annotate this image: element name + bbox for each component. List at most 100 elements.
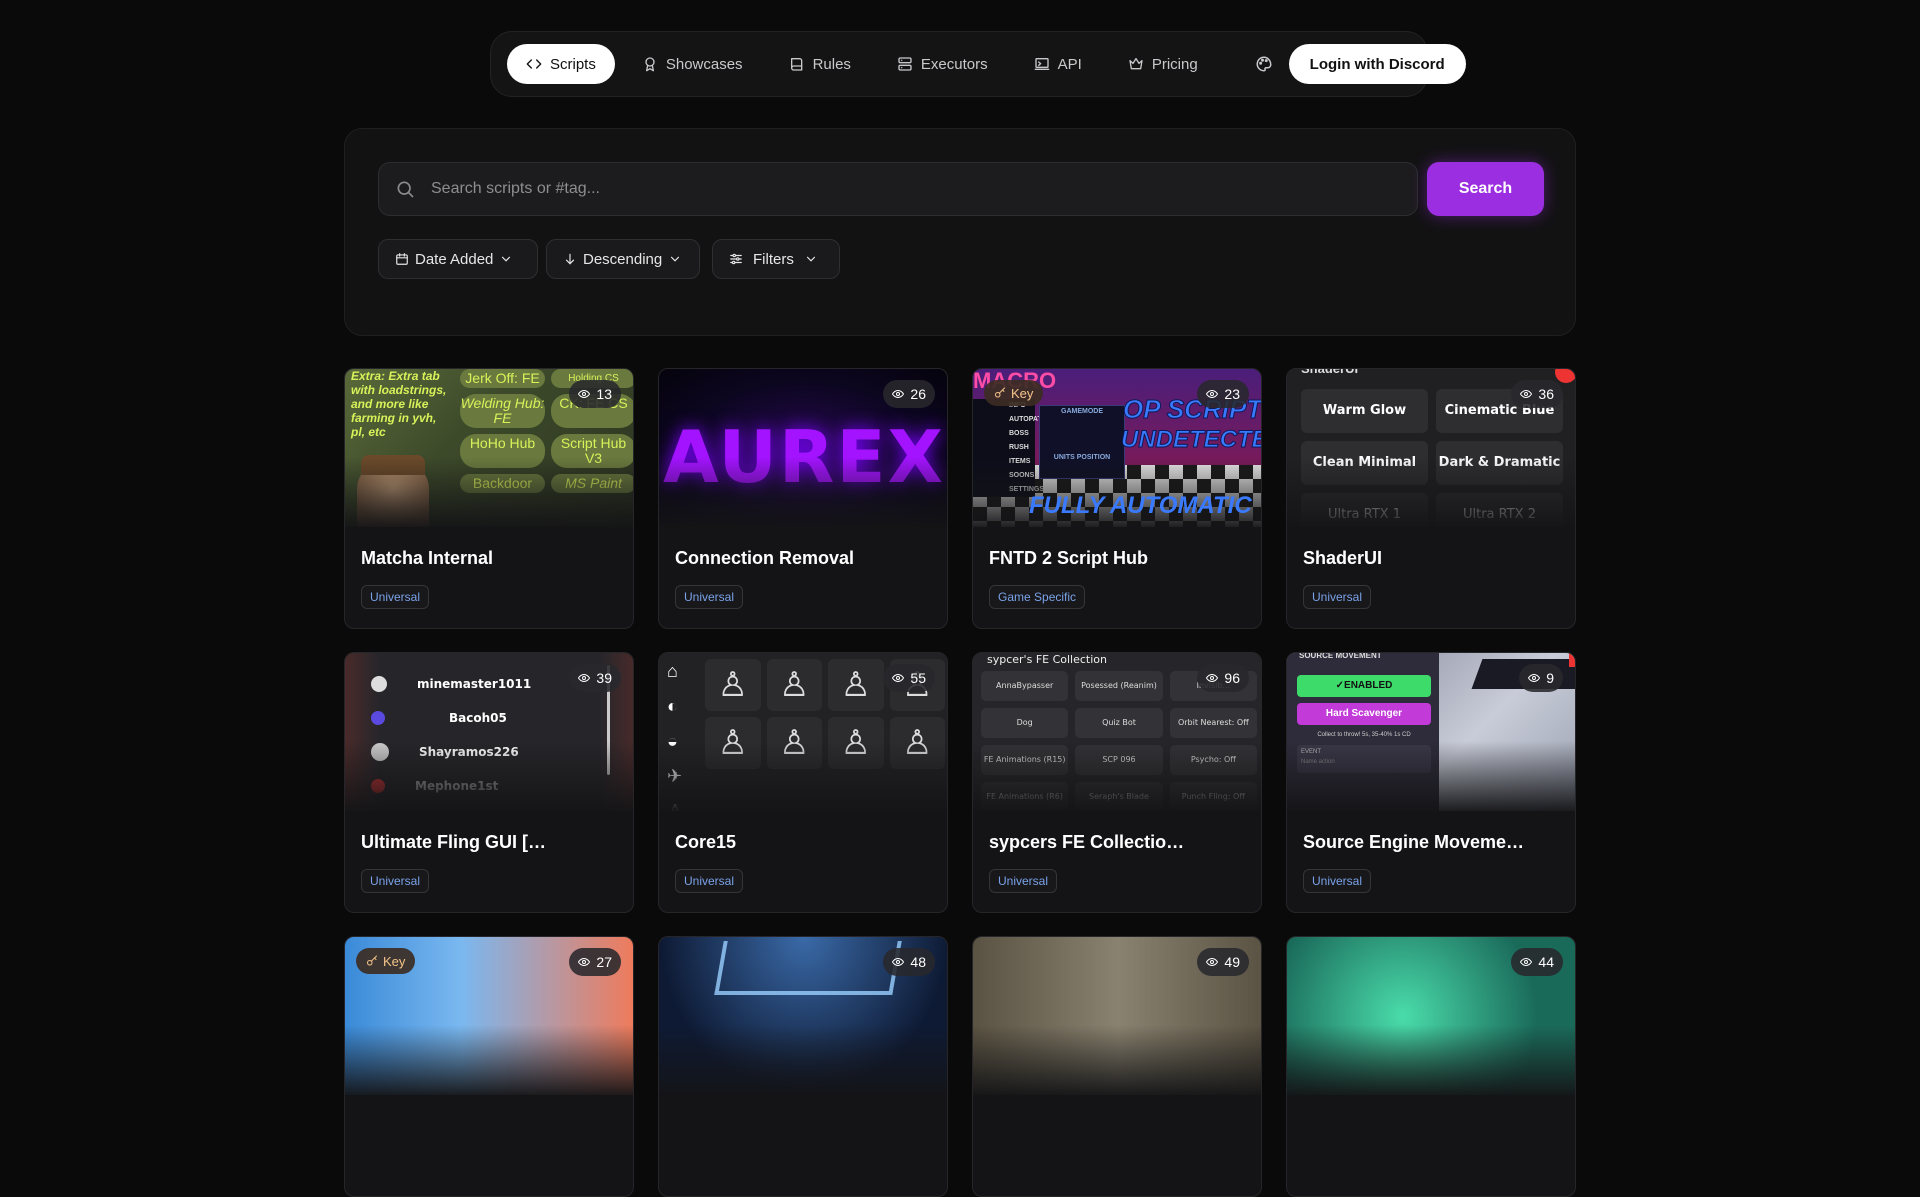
script-card[interactable]: MACRO INFO AUTOPATH BOSS RUSH ITEMS SOON…	[972, 368, 1262, 629]
nav-item-executors[interactable]: Executors	[878, 44, 1007, 84]
script-card[interactable]: ShaderUI Warm Glow Cinematic Blue Clean …	[1286, 368, 1576, 629]
script-card[interactable]: sypcer's FE Collection AnnaBypasser Pose…	[972, 652, 1262, 913]
thumb-item: SCP 096	[1075, 745, 1163, 775]
thumb-menu: ITEMS	[1009, 458, 1031, 465]
thumb-menu: AUTOPATH	[1009, 416, 1047, 423]
card-title[interactable]: sypcers FE Collectio…	[989, 832, 1247, 853]
card-title[interactable]: Core15	[675, 832, 933, 853]
script-card[interactable]: 48	[658, 936, 948, 1197]
thumb-item: FE Animations (R6)	[981, 782, 1069, 811]
sort-order-dropdown[interactable]: Descending	[546, 239, 700, 279]
category-tag[interactable]: Universal	[361, 585, 430, 609]
thumb-headline: UNDETECTED!	[1121, 426, 1262, 453]
thumb-scavenger: Hard Scavenger	[1297, 703, 1431, 725]
thumb-mode: UNITS POSITION	[1053, 454, 1111, 461]
eye-icon	[1520, 957, 1533, 967]
login-discord-button[interactable]: Login with Discord	[1288, 44, 1466, 84]
card-title[interactable]: FNTD 2 Script Hub	[989, 548, 1247, 569]
filters-button[interactable]: Filters	[712, 239, 840, 279]
server-icon	[898, 57, 912, 71]
thumb-header: sypcer's FE Collection	[987, 653, 1107, 666]
book-icon	[790, 58, 802, 71]
thumb-chip: Script Hub V3	[551, 434, 633, 468]
view-count-badge: 55	[883, 664, 935, 692]
thumb-mode: GAMEMODE	[1061, 408, 1103, 415]
card-title[interactable]: Source Engine Moveme…	[1303, 832, 1561, 853]
thumb-item: Seraph's Blade	[1075, 782, 1163, 811]
thumb-preset: Ultra RTX 2	[1436, 493, 1563, 527]
thumb-header: SOURCE MOVEMENT	[1299, 653, 1382, 660]
chevron-down-icon	[671, 256, 680, 262]
nav-label: Scripts	[550, 55, 596, 73]
key-label: Key	[383, 953, 406, 969]
thumb-player: Shayramos226	[419, 745, 519, 759]
script-card[interactable]: SOURCE MOVEMENT ✓ENABLED Hard Scavenger …	[1286, 652, 1576, 913]
key-label: Key	[1011, 385, 1034, 401]
category-tag[interactable]: Universal	[989, 869, 1058, 893]
thumb-player: Bacoh05	[449, 711, 507, 725]
script-card[interactable]: ⌂◐◒✈♙ ♙ ♙ ♙ ♙ ♙ ♙ ♙ ♙ 55 Core15 Universa…	[658, 652, 948, 913]
nav-item-api[interactable]: API	[1015, 44, 1101, 84]
card-title[interactable]: Matcha Internal	[361, 548, 619, 569]
thumb-chip: Backdoor	[460, 474, 545, 493]
search-field[interactable]	[378, 162, 1418, 216]
view-count-badge: 36	[1511, 380, 1563, 408]
eye-icon	[1206, 957, 1219, 967]
view-count-badge: 48	[883, 948, 935, 976]
nav-label: API	[1057, 55, 1082, 73]
script-card[interactable]: 44	[1286, 936, 1576, 1197]
view-count: 27	[596, 954, 612, 970]
view-count: 23	[1224, 386, 1240, 402]
view-count-badge: 39	[569, 664, 621, 692]
thumb-chip: MS Paint	[551, 474, 633, 493]
search-input[interactable]	[429, 179, 1417, 199]
eye-icon	[578, 957, 591, 967]
sort-field-dropdown[interactable]: Date Added	[378, 239, 538, 279]
calendar-icon	[396, 253, 408, 265]
card-title[interactable]: Connection Removal	[675, 548, 933, 569]
script-card[interactable]: 49	[972, 936, 1262, 1197]
nav-item-showcases[interactable]: Showcases	[623, 44, 762, 84]
key-icon	[995, 387, 1005, 398]
nav-item-scripts[interactable]: Scripts	[507, 44, 615, 84]
script-card[interactable]: minemaster1011 Bacoh05 Shayramos226 Meph…	[344, 652, 634, 913]
search-panel: Search Date Added Descending Filters	[344, 128, 1576, 336]
key-badge: Key	[356, 948, 416, 974]
thumb-preset: Dark & Dramatic	[1436, 441, 1563, 485]
sort-order-label: Descending	[583, 250, 663, 268]
category-tag[interactable]: Universal	[1303, 869, 1372, 893]
nav-item-pricing[interactable]: Pricing	[1109, 44, 1217, 84]
script-card[interactable]: Key 27	[344, 936, 634, 1197]
category-tag[interactable]: Universal	[675, 585, 744, 609]
thumb-side-icons: ⌂ ◐ ◒ ✈ ♙	[667, 661, 684, 811]
search-button[interactable]: Search	[1427, 162, 1544, 216]
thumb-preset: Warm Glow	[1301, 389, 1428, 433]
thumb-menu: SOONS	[1009, 472, 1035, 479]
card-title[interactable]: Ultimate Fling GUI […	[361, 832, 619, 853]
category-tag[interactable]: Universal	[361, 869, 430, 893]
eye-icon	[892, 389, 905, 399]
script-card[interactable]: Extra: Extra tab with loadstrings, and m…	[344, 368, 634, 629]
view-count: 44	[1538, 954, 1554, 970]
crown-icon	[1129, 58, 1143, 70]
card-title[interactable]: ShaderUI	[1303, 548, 1561, 569]
script-card[interactable]: AUREX 26 Connection Removal Universal	[658, 368, 948, 629]
view-count: 39	[596, 670, 612, 686]
key-badge: Key	[984, 380, 1044, 406]
thumbnail-text: Extra: Extra tab with loadstrings, and m…	[351, 369, 447, 439]
category-tag[interactable]: Universal	[1303, 585, 1372, 609]
view-count-badge: 26	[883, 380, 935, 408]
palette-icon[interactable]	[1255, 55, 1273, 73]
character-head	[357, 455, 429, 527]
terminal-icon	[1034, 58, 1049, 70]
nav-label: Pricing	[1151, 55, 1198, 73]
nav-label: Rules	[812, 55, 851, 73]
category-tag[interactable]: Universal	[675, 869, 744, 893]
category-tag[interactable]: Game Specific	[989, 585, 1086, 609]
thumb-headline: FULLY AUTOMATIC	[1029, 492, 1252, 519]
view-count: 26	[910, 386, 926, 402]
nav-item-rules[interactable]: Rules	[770, 44, 870, 84]
chevron-down-icon	[502, 256, 511, 262]
thumb-item: AnnaBypasser	[981, 671, 1069, 701]
thumb-header: ShaderUI	[1301, 369, 1358, 377]
